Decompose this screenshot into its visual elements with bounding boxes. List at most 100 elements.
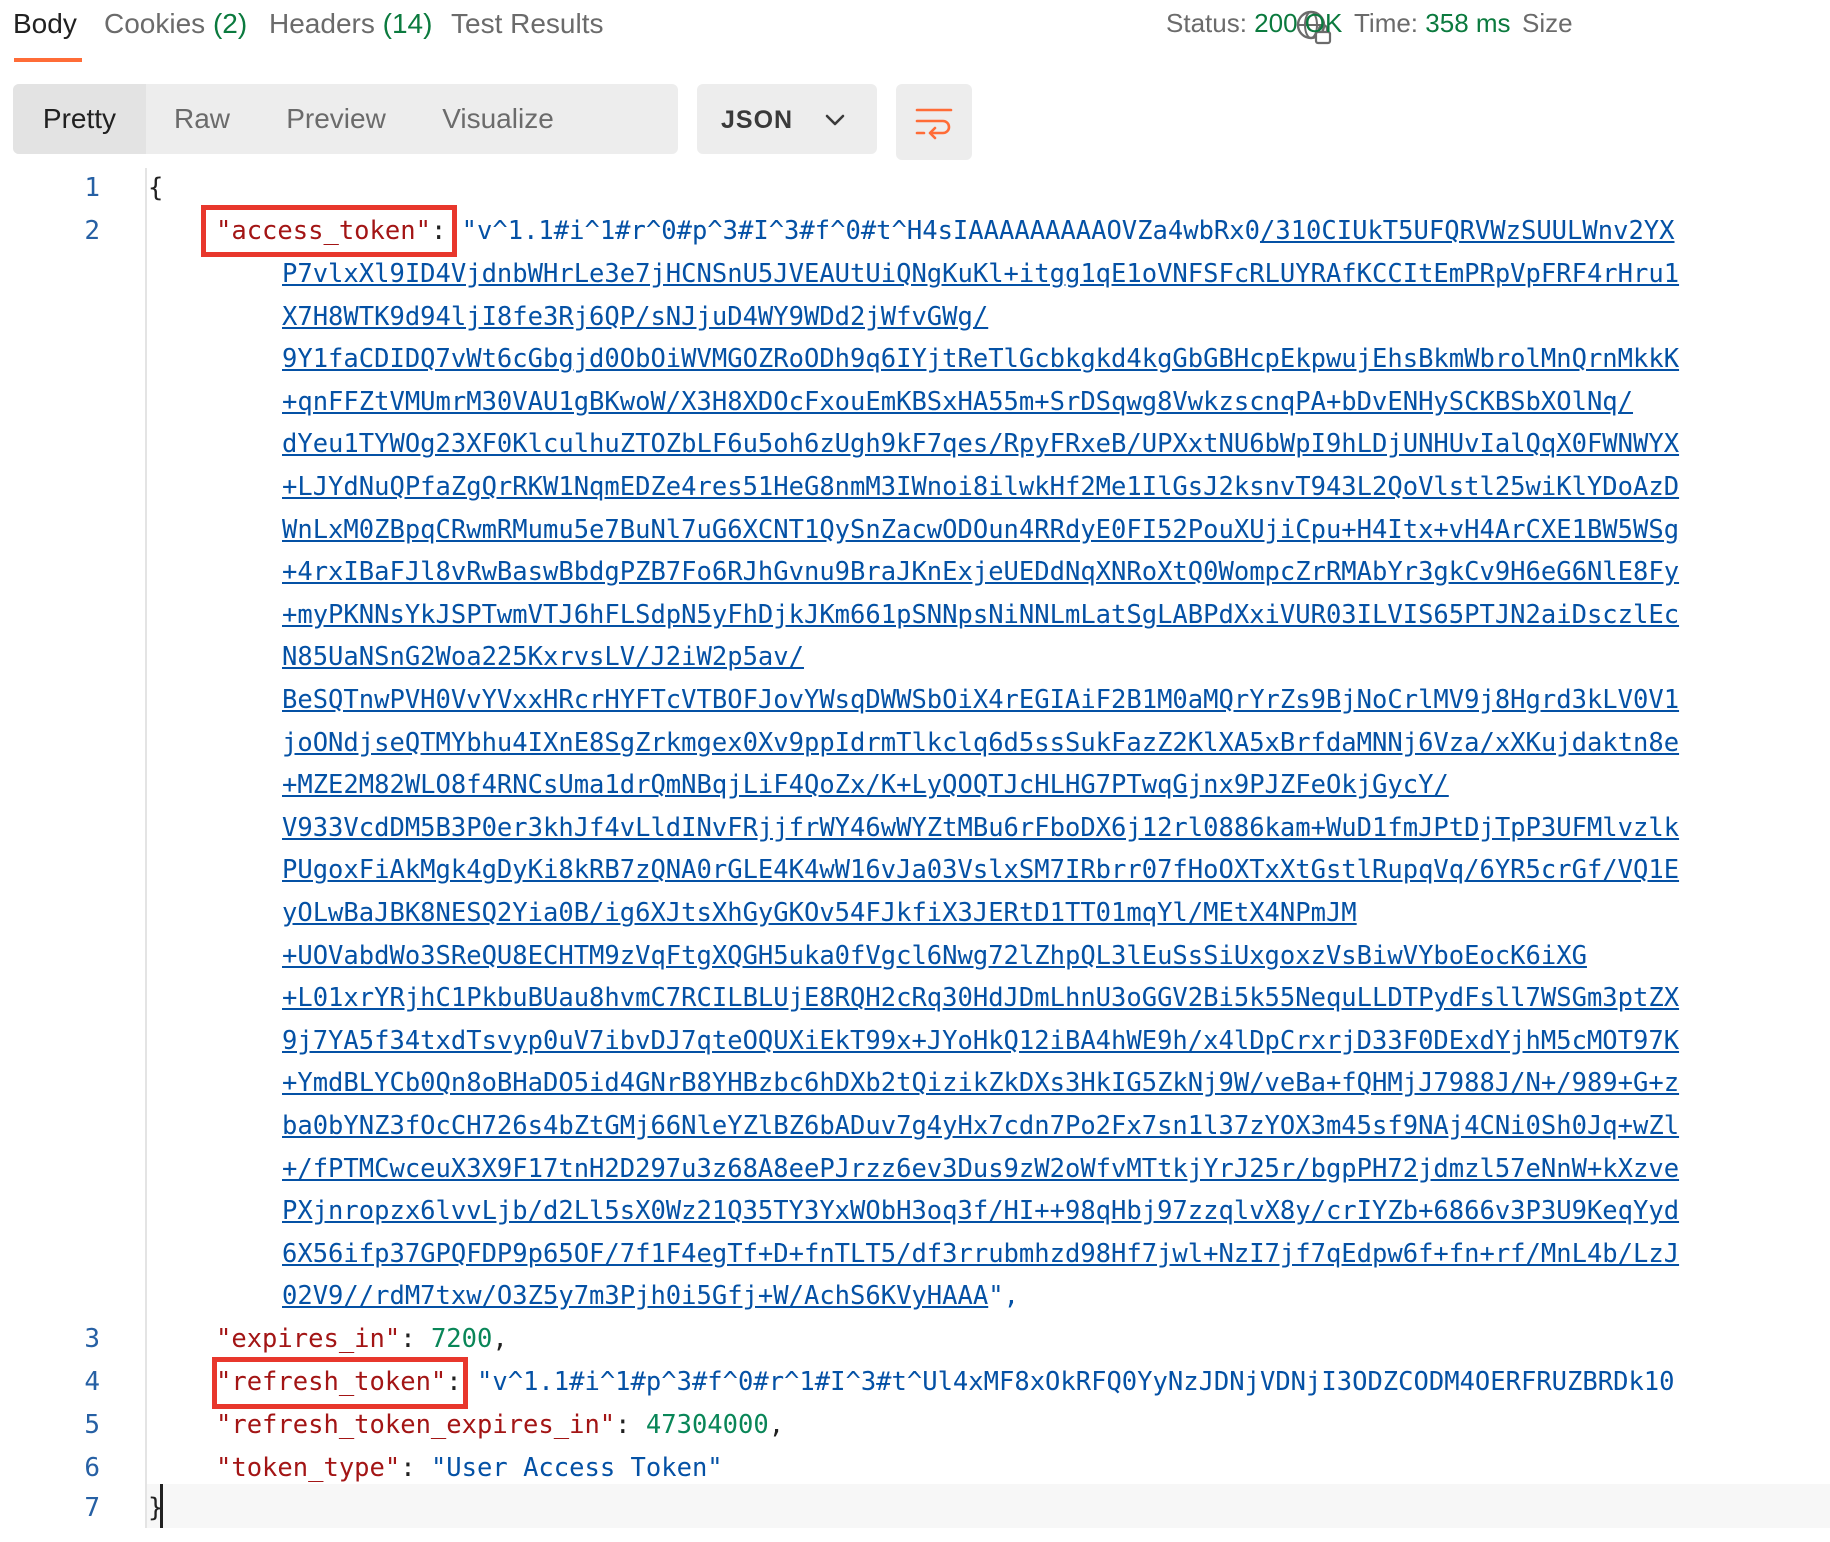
access-token-continuation-line: V933VcdDM5B3P0er3khJf4vLldINvFRjjfrWY46w… [282,807,1830,849]
json-value-access-token-link[interactable]: +myPKNNsYkJSPTwmVTJ6hFLSdpN5yFhDjkJKm661… [282,600,1679,630]
format-label: JSON [721,106,794,134]
access-token-continuation-line: +4rxIBaFJl8vRwBaswBbdgPZB7Fo6RJhGvnu9Bra… [282,551,1830,593]
current-line-highlight [147,1484,1830,1528]
colon: : [400,1453,431,1483]
json-value-access-token-link[interactable]: BeSQTnwPVH0VvYVxxHRcrHYFTcVTBOFJovYWsqDW… [282,685,1679,715]
json-value-access-token-link[interactable]: WnLxM0ZBpqCRwmRMumu5e7BuNl7uG6XCNT1QySnZ… [282,515,1679,545]
format-dropdown[interactable]: JSON [697,84,877,154]
json-value-access-token-link[interactable]: PUgoxFiAkMgk4gDyKi8kRB7zQNA0rGLE4K4wW16v… [282,855,1679,885]
json-value-access-token-link[interactable]: P7vlxXl9ID4VjdnbWHrLe3e7jHCNSnU5JVEAUtUi… [282,259,1679,289]
status-indicator: Status: 200 OK [1166,8,1342,39]
json-value-access-token-link[interactable]: +L01xrYRjhC1PkbuBUau8hvmC7RCILBLUjE8RQH2… [282,983,1679,1013]
line-number: 5 [84,1410,100,1440]
access-token-continuation-line: +LJYdNuQPfaZgQrRKW1NqmEDZe4res51HeG8nmM3… [282,466,1830,508]
line-number: 1 [84,173,100,203]
json-value-access-token-link[interactable]: 9j7YA5f34txdTsvyp0uV7ibvDJ7qteOQUXiEkT99… [282,1026,1679,1056]
json-value-access-token-link[interactable]: ba0bYNZ3fOcCH726s4bZtGMj66NleYZlBZ6bADuv… [282,1111,1679,1141]
json-value-access-token-link[interactable]: /310CIUkT5UFQRVWzSUULWnv2YX [1260,216,1675,246]
size-label: Size [1522,8,1573,38]
json-value-access-token-link[interactable]: 9Y1faCDIDQ7vWt6cGbgjd0ObOiWVMGOZRoODh9q6… [282,344,1679,374]
access-token-continuation-line: +MZE2M82WLO8f4RNCsUma1drQmNBqjLiF4QoZx/K… [282,764,1830,806]
json-line-access-token-end: 02V9//rdM7txw/O3Z5y7m3Pjh0i5Gfj+W/AchS6K… [282,1275,1019,1317]
json-value-access-token-link[interactable]: +/fPTMCwceuX3X9F17tnH2D297u3z68A8eePJrzz… [282,1154,1679,1184]
status-label: Status: [1166,8,1247,38]
tab-test-results[interactable]: Test Results [451,8,604,40]
access-token-continuation-line: ba0bYNZ3fOcCH726s4bZtGMj66NleYZlBZ6bADuv… [282,1105,1830,1147]
json-value-expires-in: 7200 [430,1324,493,1354]
view-preview-button[interactable]: Preview [271,84,401,154]
line-number: 6 [84,1453,100,1483]
json-key-token-type: "token_type" [216,1453,401,1483]
tab-body[interactable]: Body [13,8,77,40]
access-token-continuation-line: +YmdBLYCb0Qn8oBHaDO5id4GNrB8YHBzbc6hDXb2… [282,1062,1830,1104]
json-value-access-token-link[interactable]: 6X56ifp37GPQFDP9p65OF/7f1F4egTf+D+fnTLT5… [282,1239,1679,1269]
tab-headers-label: Headers [269,8,383,39]
json-editor[interactable]: 1 2 3 4 5 6 7 { "access_token": "v^1.1#i… [0,168,1830,1542]
view-raw-button[interactable]: Raw [146,84,258,154]
json-value-access-token-link[interactable]: +MZE2M82WLO8f4RNCsUma1drQmNBqjLiF4QoZx/K… [282,770,1449,800]
json-line-refresh-expires: "refresh_token_expires_in": 47304000, [216,1404,784,1446]
json-value-access-token-link[interactable]: dYeu1TYWOg23XF0KlculhuZTOZbLF6u5oh6zUgh9… [282,429,1679,459]
access-token-continuation-line: 6X56ifp37GPQFDP9p65OF/7f1F4egTf+D+fnTLT5… [282,1233,1830,1275]
json-value-access-token-link[interactable]: joONdjseQTMYbhu4IXnE8SgZrkmgex0Xv9ppIdrm… [282,728,1679,758]
access-token-continuation-line: yOLwBaJBK8NESQ2Yia0B/ig6XJtsXhGyGKOv54FJ… [282,892,1830,934]
comma: , [768,1410,785,1440]
time-indicator: Time: 358 ms [1354,8,1511,39]
active-tab-indicator [14,58,82,62]
line-number: 7 [84,1493,100,1523]
json-value-refresh-token: "v^1.1#i^1#p^3#f^0#r^1#I^3#t^Ul4xMF8xOkR… [477,1367,1675,1397]
open-brace: { [148,173,164,203]
tab-cookies-label: Cookies [104,8,213,39]
json-key-expires-in: "expires_in" [216,1324,401,1354]
access-token-continuation-line: +qnFFZtVMUmrM30VAU1gBKwoW/X3H8XDOcFxouEm… [282,381,1830,423]
access-token-continuation-line: BeSQTnwPVH0VvYVxxHRcrHYFTcVTBOFJovYWsqDW… [282,679,1830,721]
access-token-continuation-line: PXjnropzx6lvvLjb/d2Ll5sX0Wz21Q35TY3YxWOb… [282,1190,1830,1232]
json-line-expires-in: "expires_in": 7200, [216,1318,508,1360]
access-token-continuation-line: P7vlxXl9ID4VjdnbWHrLe3e7jHCNSnU5JVEAUtUi… [282,253,1830,295]
access-token-continuation-line: dYeu1TYWOg23XF0KlculhuZTOZbLF6u5oh6zUgh9… [282,423,1830,465]
time-value: 358 ms [1425,8,1511,38]
tab-cookies[interactable]: Cookies (2) [104,8,247,40]
view-mode-selector: Pretty Raw Preview Visualize [13,84,678,154]
access-token-continuation-line: PUgoxFiAkMgk4gDyKi8kRB7zQNA0rGLE4K4wW16v… [282,849,1830,891]
json-value-access-token-link[interactable]: +UOVabdWo3SReQU8ECHTM9zVqFtgXQGH5uka0fVg… [282,941,1587,971]
view-pretty-button[interactable]: Pretty [13,84,146,154]
tab-headers-count: (14) [382,8,433,39]
view-visualize-button[interactable]: Visualize [433,84,563,154]
json-value-access-token-link[interactable]: N85UaNSnG2Woa225KxrvsLV/J2iW2p5av/ [282,642,804,672]
comma: , [492,1324,508,1354]
json-value-access-token-link[interactable]: V933VcdDM5B3P0er3khJf4vLldINvFRjjfrWY46w… [282,813,1679,843]
json-line-token-type: "token_type": "User Access Token" [216,1447,723,1489]
tab-cookies-count: (2) [212,8,248,39]
status-value: 200 OK [1254,8,1343,38]
access-token-continuation-line: X7H8WTK9d94ljI8fe3Rj6QP/sNJjuD4WY9WDd2jW… [282,296,1830,338]
json-value-access-token: "v^1.1#i^1#r^0#p^3#I^3#f^0#t^H4sIAAAAAAA… [461,216,1260,246]
access-token-continuation-line: 9j7YA5f34txdTsvyp0uV7ibvDJ7qteOQUXiEkT99… [282,1020,1830,1062]
line-number: 3 [84,1324,100,1354]
json-value-refresh-token-expires-in: 47304000 [645,1410,769,1440]
colon: : [400,1324,431,1354]
json-value-access-token-link[interactable]: +4rxIBaFJl8vRwBaswBbdgPZB7Fo6RJhGvnu9Bra… [282,557,1679,587]
json-value-access-token-link[interactable]: PXjnropzx6lvvLjb/d2Ll5sX0Wz21Q35TY3YxWOb… [282,1196,1679,1226]
json-key-refresh-token-expires-in: "refresh_token_expires_in" [216,1410,616,1440]
access-token-continuation-line: +L01xrYRjhC1PkbuBUau8hvmC7RCILBLUjE8RQH2… [282,977,1830,1019]
chevron-down-icon [825,114,845,126]
json-value-access-token-link[interactable]: +YmdBLYCb0Qn8oBHaDO5id4GNrB8YHBzbc6hDXb2… [282,1068,1679,1098]
time-label: Time: [1354,8,1419,38]
json-value-access-token-link[interactable]: 02V9//rdM7txw/O3Z5y7m3Pjh0i5Gfj+W/AchS6K… [282,1281,988,1311]
json-value-access-token-link[interactable]: yOLwBaJBK8NESQ2Yia0B/ig6XJtsXhGyGKOv54FJ… [282,898,1357,928]
access-token-continuation-line: joONdjseQTMYbhu4IXnE8SgZrkmgex0Xv9ppIdrm… [282,722,1830,764]
text-cursor [160,1484,163,1528]
size-indicator[interactable]: Size [1522,8,1573,39]
wrap-lines-icon [915,108,953,140]
wrap-lines-button[interactable] [896,84,972,160]
highlight-box-access-token [201,205,457,257]
json-value-access-token-link[interactable]: +LJYdNuQPfaZgQrRKW1NqmEDZe4res51HeG8nmM3… [282,472,1679,502]
access-token-continuation-line: +/fPTMCwceuX3X9F17tnH2D297u3z68A8eePJrzz… [282,1148,1830,1190]
json-value-access-token-link[interactable]: X7H8WTK9d94ljI8fe3Rj6QP/sNJjuD4WY9WDd2jW… [282,302,988,332]
access-token-continuation-line: N85UaNSnG2Woa225KxrvsLV/J2iW2p5av/ [282,636,1830,678]
json-value-access-token-link[interactable]: +qnFFZtVMUmrM30VAU1gBKwoW/X3H8XDOcFxouEm… [282,387,1633,417]
tab-headers[interactable]: Headers (14) [269,8,432,40]
json-value-token-type: "User Access Token" [430,1453,723,1483]
access-token-continuation-line: +UOVabdWo3SReQU8ECHTM9zVqFtgXQGH5uka0fVg… [282,935,1830,977]
